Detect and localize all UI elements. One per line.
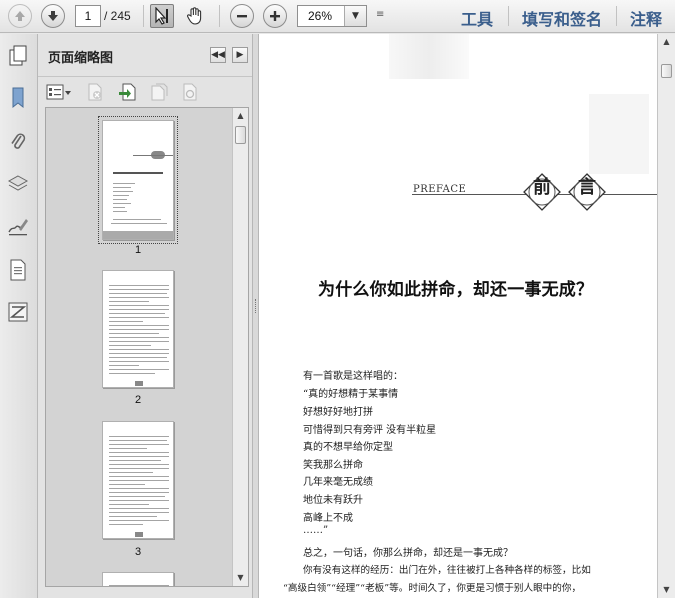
doc-scroll-up-icon[interactable]: ▲ — [659, 34, 674, 50]
body-line: 有一首歌是这样唱的： — [303, 371, 403, 382]
toolbar-menu-icon[interactable]: ≡ — [376, 9, 384, 20]
page-thumbnail-2[interactable] — [102, 270, 174, 388]
signature-icon[interactable] — [7, 215, 29, 239]
delete-page-icon[interactable] — [85, 82, 105, 102]
fill-sign-button[interactable]: 填写和签名 — [522, 6, 602, 30]
preface-label: PREFACE — [413, 184, 467, 195]
page-thumbnail-partial[interactable] — [102, 572, 174, 586]
emblem-char-1: 前 — [523, 173, 561, 211]
insert-page-icon[interactable] — [118, 82, 138, 102]
page-number-input[interactable]: 1 — [75, 5, 101, 27]
body-line: 高峰上不成 — [303, 513, 353, 524]
document-scrollbar[interactable]: ▲ ▼ — [657, 34, 675, 598]
body-line: 真的不想早给你定型 — [303, 442, 393, 453]
prev-page-icon[interactable] — [8, 4, 32, 28]
tools-button[interactable]: 工具 — [461, 6, 493, 30]
body-line: ……” — [303, 525, 329, 536]
panel-title: 页面缩略图 — [48, 51, 114, 66]
layers-icon[interactable] — [7, 172, 29, 196]
body-line: 地位未有跃升 — [303, 495, 363, 506]
body-line: 你有没有这样的经历：出门在外，往往被打上各种各样的标签，比如 — [303, 565, 591, 576]
body-line: 总之，一句话，你那么拼命，却还是一事无成？ — [303, 548, 513, 559]
paperclip-icon[interactable] — [7, 130, 29, 154]
thumbnail-panel: 页面缩略图 ◀◀ ▶ 1 2 3 ▲ ▼ — [38, 34, 252, 598]
hand-tool-icon[interactable] — [183, 4, 207, 28]
page-content-icon[interactable] — [7, 258, 29, 282]
thumbnail-list[interactable]: 1 2 3 ▲ ▼ — [45, 107, 249, 587]
thumbnail-label-2: 2 — [134, 394, 142, 406]
zoom-value: 26% — [308, 9, 333, 23]
compare-icon[interactable] — [7, 300, 29, 324]
top-toolbar: 1 / 245 26% ▼ ≡ 工具 填写和签名 注释 — [0, 0, 675, 33]
select-cursor-icon[interactable] — [150, 4, 174, 28]
page-total: / 245 — [104, 9, 131, 23]
doc-scrollbar-thumb[interactable] — [661, 64, 672, 78]
bookmark-icon[interactable] — [7, 86, 29, 110]
thumbnail-label-3: 3 — [134, 546, 142, 558]
splitter-grip[interactable] — [255, 299, 257, 313]
panel-header: 页面缩略图 ◀◀ ▶ — [38, 34, 252, 76]
toolbar-divider — [508, 6, 509, 26]
scrollbar-thumb[interactable] — [235, 126, 246, 144]
body-line: 好想好好地打拼 — [303, 407, 373, 418]
comment-button[interactable]: 注释 — [630, 6, 662, 30]
document-view[interactable]: PREFACE 前 言 为什么你如此拼命，却还一事无成？ 有一首歌是这样唱的： … — [259, 34, 657, 598]
dropdown-icon[interactable]: ▼ — [344, 6, 366, 26]
zoom-select[interactable]: 26% ▼ — [297, 5, 367, 27]
body-line: 几年来毫无成绩 — [303, 477, 373, 488]
navigation-rail — [0, 34, 38, 598]
zoom-in-icon[interactable] — [263, 4, 287, 28]
zoom-out-icon[interactable] — [230, 4, 254, 28]
doc-scroll-down-icon[interactable]: ▼ — [659, 582, 674, 598]
page-thumbnail-3[interactable] — [102, 421, 174, 539]
body-line: 笑我那么拼命 — [303, 460, 363, 471]
page-thumbnail-1[interactable] — [98, 116, 178, 244]
panel-next-icon[interactable]: ▶ — [232, 47, 248, 63]
thumbnail-options-icon[interactable] — [46, 82, 72, 102]
body-line: “高级白领”“经理”“老板”等。时间久了，你更是习惯于别人眼中的你， — [283, 583, 582, 594]
toolbar-divider — [219, 5, 220, 27]
thumbnail-label-1: 1 — [134, 244, 142, 256]
body-line: 可惜得到只有旁评 没有半粒星 — [303, 425, 437, 436]
scan-artifact — [389, 34, 469, 79]
scan-artifact — [589, 94, 649, 174]
toolbar-divider — [143, 5, 144, 27]
panel-splitter[interactable] — [252, 34, 259, 598]
scroll-down-icon[interactable]: ▼ — [233, 570, 248, 586]
scroll-up-icon[interactable]: ▲ — [233, 108, 248, 124]
panel-toolbar — [38, 76, 252, 106]
emblem-char-2: 言 — [568, 173, 606, 211]
body-line: “真的好想精于某事情 — [303, 389, 399, 400]
collapse-panel-icon[interactable]: ◀◀ — [210, 47, 226, 63]
preface-title: 为什么你如此拼命，却还一事无成？ — [318, 280, 594, 300]
copy-pages-icon[interactable] — [7, 44, 29, 68]
thumbnail-scrollbar[interactable]: ▲ ▼ — [232, 108, 248, 586]
replace-page-icon[interactable] — [180, 82, 200, 102]
next-page-icon[interactable] — [41, 4, 65, 28]
pdf-viewer-window: 1 / 245 26% ▼ ≡ 工具 填写和签名 注释 页面缩略图 ◀◀ ▶ 1… — [0, 0, 675, 598]
extract-page-icon[interactable] — [149, 82, 169, 102]
toolbar-divider — [616, 6, 617, 26]
